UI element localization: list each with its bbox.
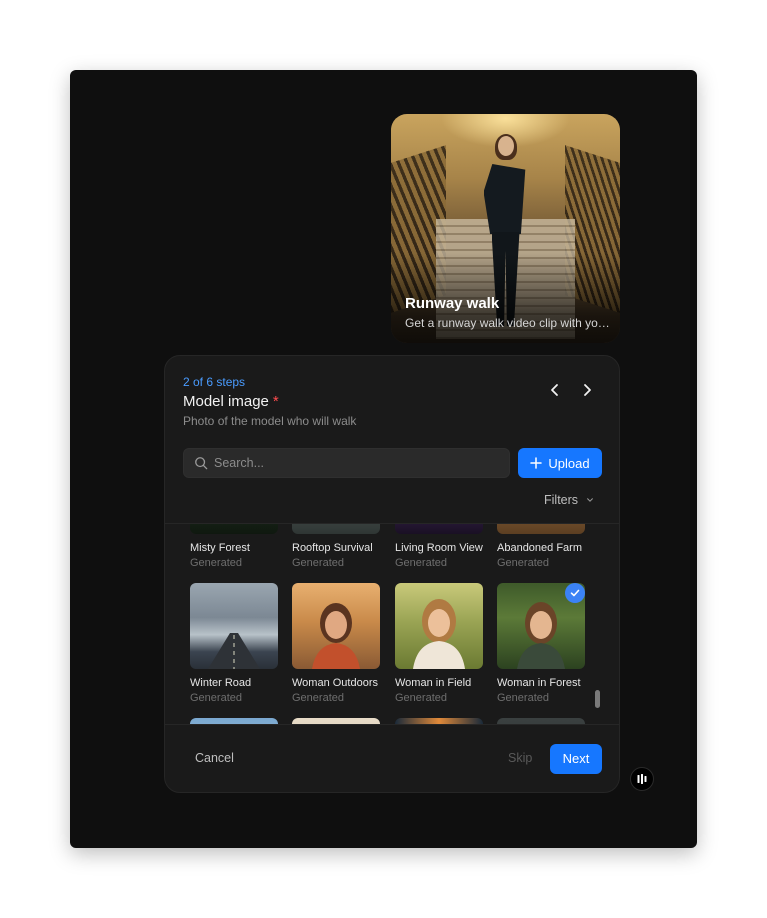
tile-tag: Generated [395, 692, 447, 704]
card-title: Runway walk [405, 295, 500, 312]
tile-tag: Generated [190, 692, 242, 704]
selected-check-icon [565, 583, 585, 603]
tile-name: Misty Forest [190, 542, 250, 554]
upload-label: Upload [548, 455, 590, 471]
image-tile-living-room-view[interactable]: Living Room View Generated [395, 524, 483, 569]
skip-button[interactable]: Skip [508, 751, 532, 765]
tile-tag: Generated [292, 557, 344, 569]
search-box [183, 448, 510, 478]
step-title-text: Model image [183, 393, 269, 410]
thumbnail [497, 524, 585, 534]
image-tile-abandoned-farm[interactable]: Abandoned Farm Generated [497, 524, 585, 569]
assistant-launcher-button[interactable] [630, 767, 654, 791]
step-title: Model image * [183, 393, 279, 410]
step-counter: 2 of 6 steps [183, 375, 246, 389]
tile-tag: Generated [395, 557, 447, 569]
step-description: Photo of the model who will walk [183, 414, 357, 428]
runway-walk-card[interactable]: Runway walk Get a runway walk video clip… [391, 114, 620, 343]
tile-tag: Generated [190, 557, 242, 569]
search-input[interactable] [214, 449, 504, 477]
thumbnail [395, 583, 483, 669]
previous-step-button[interactable] [543, 378, 567, 402]
tile-tag: Generated [292, 692, 344, 704]
step-panel: 2 of 6 steps Model image * Photo of the m… [164, 355, 620, 793]
tile-name: Woman in Forest [497, 677, 581, 689]
app-window: Runway walk Get a runway walk video clip… [70, 70, 697, 848]
chevron-down-icon [587, 498, 593, 502]
filters-label: Filters [544, 493, 579, 507]
image-tile-rooftop-survival[interactable]: Rooftop Survival Generated [292, 524, 380, 569]
plus-icon [530, 457, 543, 469]
image-tile-misty-forest[interactable]: Misty Forest Generated [190, 524, 278, 569]
cancel-button[interactable]: Cancel [195, 751, 234, 765]
tile-tag: Generated [497, 557, 549, 569]
tile-tag: Generated [497, 692, 549, 704]
tile-name: Rooftop Survival [292, 542, 373, 554]
filters-dropdown[interactable]: Filters [544, 493, 594, 507]
tile-name: Woman Outdoors [292, 677, 379, 689]
card-subtitle: Get a runway walk video clip with your m… [405, 316, 610, 330]
image-tile-woman-outdoors[interactable]: Woman Outdoors Generated [292, 583, 380, 704]
next-button[interactable]: Next [550, 744, 602, 774]
thumbnail [395, 524, 483, 534]
search-icon [195, 457, 208, 470]
scrollbar-thumb[interactable] [595, 690, 600, 708]
tile-name: Winter Road [190, 677, 252, 689]
bars-icon [637, 774, 647, 784]
tile-name: Abandoned Farm [497, 542, 582, 554]
image-tile-woman-in-field[interactable]: Woman in Field Generated [395, 583, 483, 704]
image-grid[interactable]: Misty Forest Generated Rooftop Survival … [165, 524, 621, 724]
image-tile-winter-road[interactable]: Winter Road Generated [190, 583, 278, 704]
upload-button[interactable]: Upload [518, 448, 602, 478]
image-tile-woman-in-forest[interactable]: Woman in Forest Generated [497, 583, 585, 704]
required-mark: * [272, 393, 279, 410]
next-step-arrow-button[interactable] [575, 378, 599, 402]
thumbnail [292, 583, 380, 669]
divider [165, 724, 619, 725]
thumbnail [190, 524, 278, 534]
thumbnail [292, 524, 380, 534]
tile-name: Living Room View [395, 542, 483, 554]
chevron-left-icon [551, 384, 558, 396]
chevron-right-icon [584, 384, 591, 396]
thumbnail [497, 583, 585, 669]
thumbnail [190, 583, 278, 669]
tile-name: Woman in Field [395, 677, 472, 689]
